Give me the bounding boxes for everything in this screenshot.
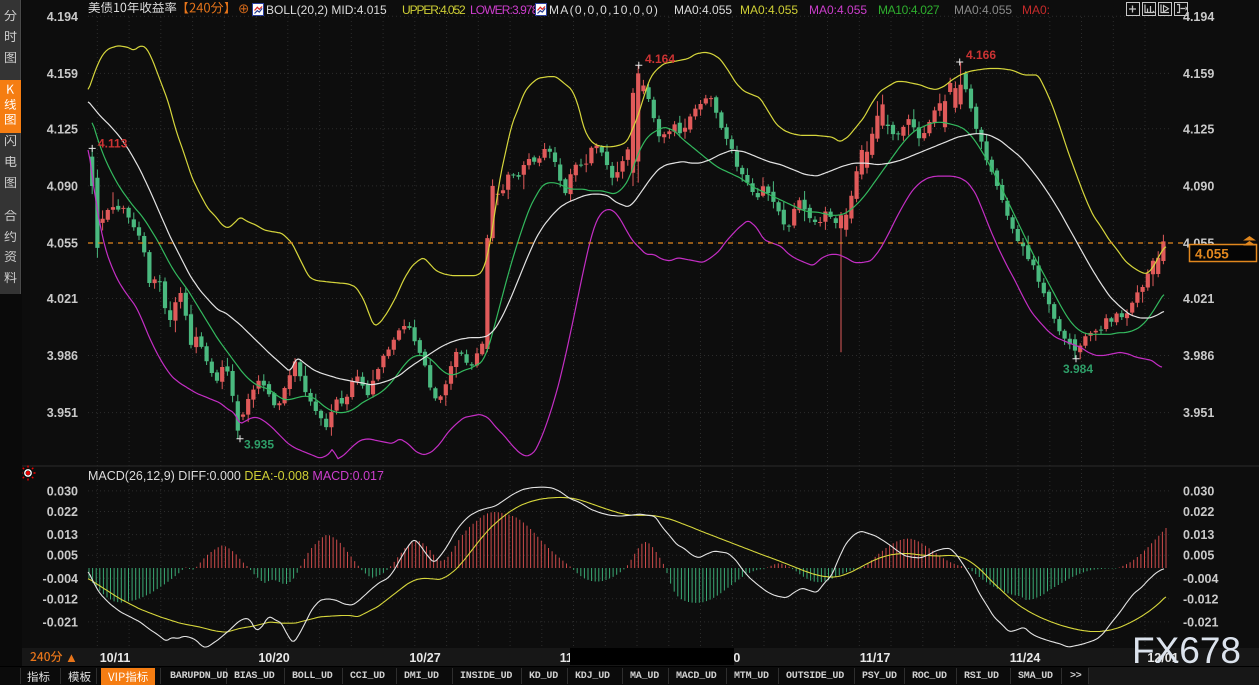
svg-text:3.986: 3.986 [1183,349,1214,363]
svg-text:3.951: 3.951 [47,406,78,420]
svg-text:10/27: 10/27 [409,651,440,665]
svg-text:4.166: 4.166 [966,48,996,62]
svg-text:4.125: 4.125 [47,122,78,136]
svg-text:11/17: 11/17 [860,651,891,665]
svg-text:0.005: 0.005 [1183,549,1214,563]
svg-text:4.164: 4.164 [645,52,675,66]
svg-text:-0.021: -0.021 [43,615,78,629]
svg-text:-0.021: -0.021 [1183,615,1218,629]
svg-text:3.984: 3.984 [1063,362,1093,376]
svg-text:11/24: 11/24 [1010,651,1041,665]
svg-text:4.159: 4.159 [47,67,78,81]
svg-text:3.986: 3.986 [47,349,78,363]
svg-text:-0.004: -0.004 [43,572,78,586]
svg-text:0.030: 0.030 [1183,484,1214,498]
svg-text:4.159: 4.159 [1183,67,1214,81]
svg-text:FX678: FX678 [1132,630,1241,671]
svg-text:4.113: 4.113 [98,136,128,150]
svg-text:-0.012: -0.012 [43,592,78,606]
svg-text:-0.012: -0.012 [1183,592,1218,606]
svg-text:4.021: 4.021 [1183,292,1214,306]
svg-text:4.021: 4.021 [47,292,78,306]
svg-text:4.090: 4.090 [47,179,78,193]
svg-text:0.022: 0.022 [47,505,78,519]
svg-text:0.013: 0.013 [1183,528,1214,542]
svg-text:10/11: 10/11 [100,651,131,665]
svg-text:4.194: 4.194 [47,10,78,24]
svg-text:4.125: 4.125 [1183,122,1214,136]
svg-text:0.030: 0.030 [47,484,78,498]
svg-text:0.005: 0.005 [47,549,78,563]
svg-text:4.055: 4.055 [47,237,78,251]
svg-text:10/20: 10/20 [258,651,289,665]
svg-text:0.013: 0.013 [47,528,78,542]
svg-text:4.055: 4.055 [1195,247,1229,262]
svg-text:-0.004: -0.004 [1183,572,1218,586]
svg-text:4.090: 4.090 [1183,179,1214,193]
svg-text:3.935: 3.935 [244,438,274,452]
svg-text:0.022: 0.022 [1183,505,1214,519]
svg-text:3.951: 3.951 [1183,406,1214,420]
